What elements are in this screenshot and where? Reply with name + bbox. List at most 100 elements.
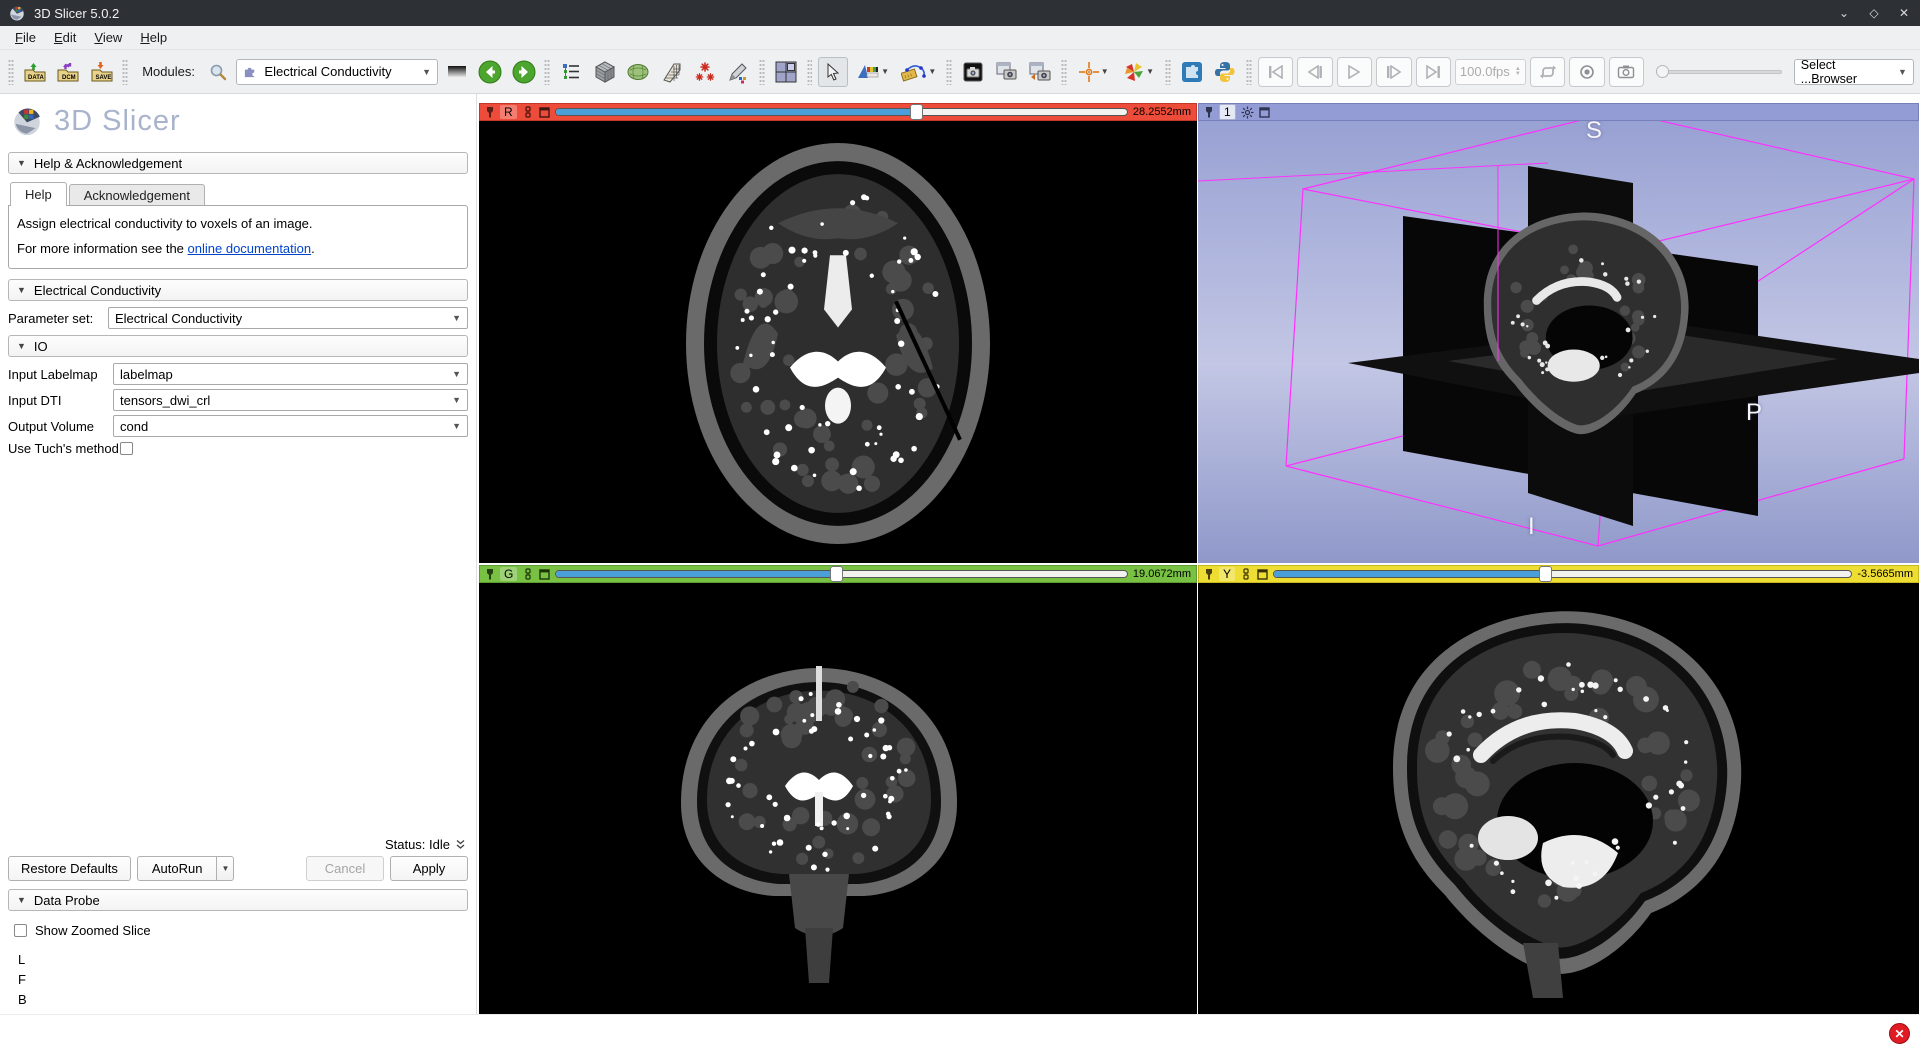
save-icon[interactable]: SAVE (87, 57, 116, 87)
autorun-button[interactable]: AutoRun (137, 856, 217, 881)
pin-icon[interactable] (485, 568, 495, 580)
red-view-body[interactable] (479, 121, 1197, 563)
layout-selector-icon[interactable] (771, 57, 800, 87)
toolbar-grip[interactable] (759, 59, 765, 85)
dicom-icon[interactable]: DCM (53, 57, 82, 87)
parameter-set-combobox[interactable]: Electrical Conductivity ▼ (108, 307, 468, 329)
close-icon[interactable]: ✕ (1896, 5, 1912, 21)
restore-defaults-button[interactable]: Restore Defaults (8, 856, 131, 881)
toolbar-grip[interactable] (807, 59, 813, 85)
fps-spinbox[interactable]: 100.0fps ▲▼ (1455, 59, 1526, 85)
input-dti-combobox[interactable]: tensors_dwi_crl ▼ (113, 389, 468, 411)
red-slice-slider[interactable] (555, 107, 1128, 117)
last-frame-button[interactable] (1416, 57, 1451, 87)
next-frame-button[interactable] (1376, 57, 1411, 87)
menu-file[interactable]: File (6, 27, 45, 48)
chevron-down-icon: ▼ (422, 67, 431, 77)
red-slider-handle[interactable] (910, 104, 923, 120)
maximize-view-icon[interactable] (539, 107, 550, 118)
green-view-body[interactable] (479, 583, 1197, 1014)
maximize-view-icon[interactable] (539, 569, 550, 580)
data-probe-header[interactable]: ▼ Data Probe (8, 889, 468, 911)
yellow-slider-handle[interactable] (1539, 566, 1552, 582)
sequence-slider-track[interactable] (1656, 70, 1782, 74)
toolbar-grip[interactable] (122, 59, 128, 85)
previous-frame-button[interactable] (1297, 57, 1332, 87)
sequence-slider[interactable] (1656, 62, 1782, 82)
slice-intersections-icon[interactable]: ▼ (1118, 57, 1159, 87)
place-markups-icon[interactable]: ▼ (897, 57, 940, 87)
segment-editor-icon[interactable] (623, 57, 652, 87)
pin-icon[interactable] (1204, 106, 1214, 118)
menu-help[interactable]: Help (131, 27, 176, 48)
minimize-icon[interactable]: ⌄ (1836, 5, 1852, 21)
sequence-browser-combobox[interactable]: Select ...Browser ▼ (1794, 59, 1914, 85)
center-view-icon[interactable] (1241, 106, 1254, 119)
record-button[interactable] (1569, 57, 1604, 87)
green-slider-handle[interactable] (830, 566, 843, 582)
toolbar-grip[interactable] (1165, 59, 1171, 85)
maximize-view-icon[interactable] (1257, 569, 1268, 580)
module-history-icon[interactable] (442, 57, 471, 87)
menu-edit[interactable]: Edit (45, 27, 85, 48)
pin-icon[interactable] (485, 106, 495, 118)
load-data-icon[interactable]: DATA (20, 57, 49, 87)
green-slice-slider[interactable] (555, 569, 1128, 579)
tuch-method-checkbox[interactable] (120, 442, 133, 455)
input-labelmap-combobox[interactable]: labelmap ▼ (113, 363, 468, 385)
online-documentation-link[interactable]: online documentation (188, 241, 312, 256)
transforms-icon[interactable] (657, 57, 686, 87)
toolbar-grip[interactable] (946, 59, 952, 85)
play-button[interactable] (1337, 57, 1372, 87)
back-icon[interactable] (476, 57, 505, 87)
autorun-dropdown-icon[interactable]: ▼ (216, 856, 234, 881)
toolbar-grip[interactable] (544, 59, 550, 85)
sequence-snapshot-button[interactable] (1609, 57, 1644, 87)
tab-help[interactable]: Help (10, 182, 67, 206)
output-volume-combobox[interactable]: cond ▼ (113, 415, 468, 437)
sceneview-save-icon[interactable] (992, 57, 1021, 87)
sceneview-restore-icon[interactable] (1025, 57, 1054, 87)
show-zoomed-slice-checkbox[interactable] (14, 924, 27, 937)
help-section-header[interactable]: ▼ Help & Acknowledgement (8, 152, 468, 174)
python-console-icon[interactable] (1211, 57, 1240, 87)
volume-rendering-icon[interactable] (590, 57, 619, 87)
module-section-header[interactable]: ▼ Electrical Conductivity (8, 279, 468, 301)
crosshair-icon[interactable]: ▼ (1073, 57, 1114, 87)
error-log-button[interactable]: ✕ (1889, 1023, 1910, 1044)
yellow-view-body[interactable] (1198, 583, 1919, 1014)
red-slider-fill (556, 109, 916, 115)
pin-icon[interactable] (1204, 568, 1214, 580)
apply-button[interactable]: Apply (390, 856, 468, 881)
sequence-slider-handle[interactable] (1656, 65, 1669, 78)
link-views-icon[interactable] (522, 568, 534, 580)
first-frame-button[interactable] (1258, 57, 1293, 87)
capture-screenshot-icon[interactable] (958, 57, 987, 87)
markups-fiducial-icon[interactable] (690, 57, 719, 87)
io-section-header[interactable]: ▼ IO (8, 335, 468, 357)
module-selector-combobox[interactable]: Electrical Conductivity ▼ (236, 59, 438, 85)
cancel-button[interactable]: Cancel (306, 856, 384, 881)
toolbar-grip[interactable] (8, 59, 14, 85)
mouse-interaction-icon[interactable] (818, 57, 848, 87)
toolbar-grip[interactable] (1246, 59, 1252, 85)
forward-icon[interactable] (509, 57, 538, 87)
autorun-split-button[interactable]: AutoRun ▼ (137, 856, 235, 881)
maximize-view-icon[interactable] (1259, 107, 1270, 118)
adjust-window-level-icon[interactable]: ▼ (852, 57, 893, 87)
threed-view-body[interactable]: S P I (1198, 121, 1919, 563)
link-views-icon[interactable] (522, 106, 534, 118)
toolbar-grip[interactable] (1061, 59, 1067, 85)
tab-acknowledgement[interactable]: Acknowledgement (69, 184, 205, 206)
double-chevron-icon[interactable] (455, 839, 466, 850)
menu-view[interactable]: View (85, 27, 131, 48)
annotations-icon[interactable] (724, 57, 753, 87)
extensions-manager-icon[interactable] (1177, 57, 1206, 87)
spinner-arrows-icon[interactable]: ▲▼ (1515, 67, 1521, 77)
maximize-icon[interactable]: ◇ (1866, 5, 1882, 21)
loop-button[interactable] (1530, 57, 1565, 87)
module-search-icon[interactable] (203, 57, 232, 87)
yellow-slice-slider[interactable] (1273, 569, 1852, 579)
subject-hierarchy-icon[interactable] (556, 57, 585, 87)
link-views-icon[interactable] (1240, 568, 1252, 580)
